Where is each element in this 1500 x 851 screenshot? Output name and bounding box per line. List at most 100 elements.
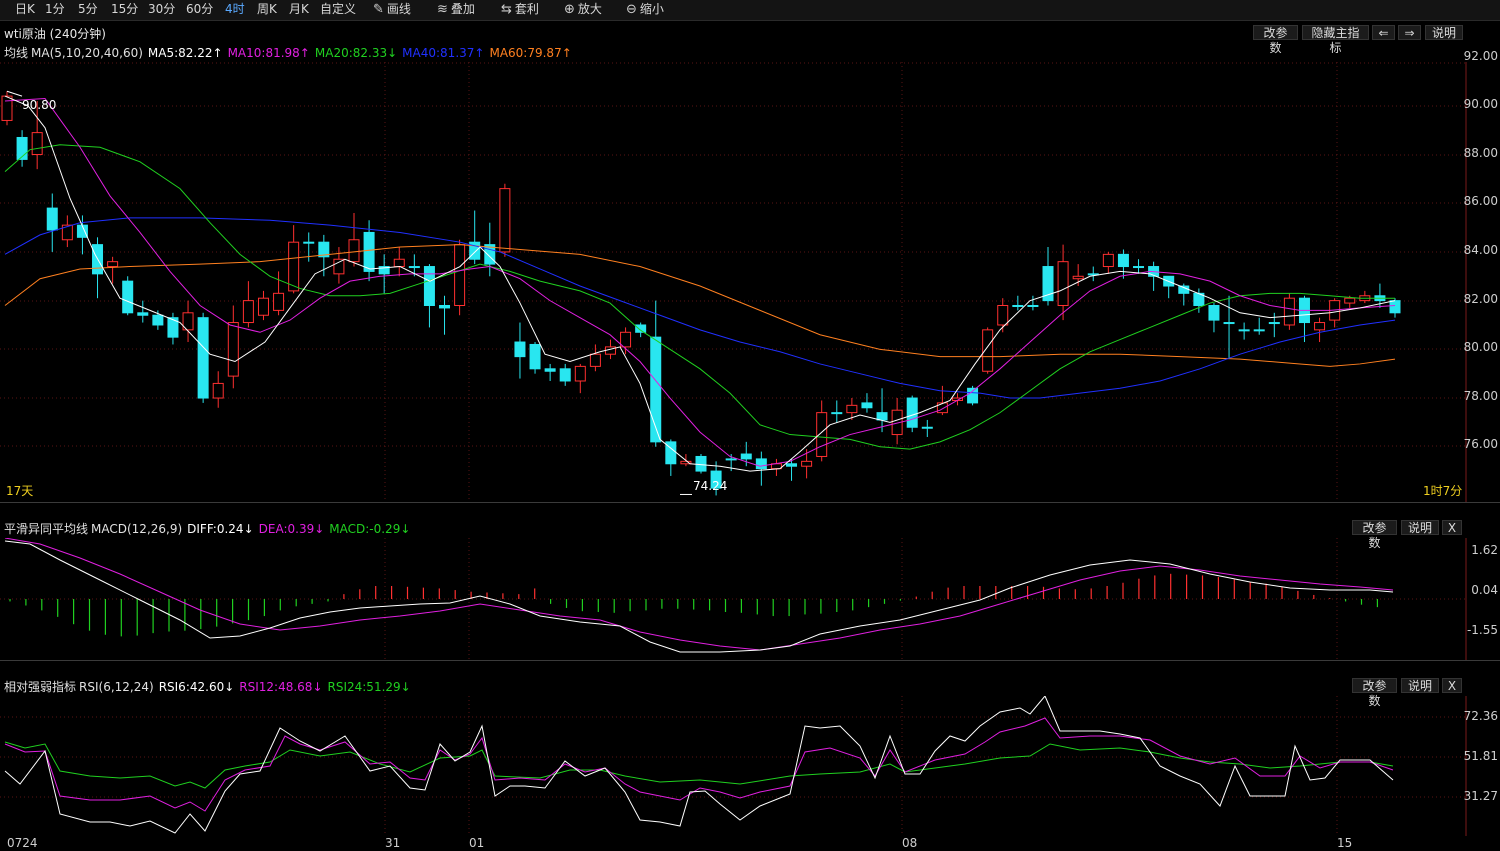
period-tab-2[interactable]: 5分	[78, 0, 98, 20]
period-tab-7[interactable]: 周K	[257, 0, 277, 20]
rsi-tick-label: 31.27	[1463, 789, 1498, 803]
up-candle	[1057, 261, 1069, 306]
down-candle	[423, 266, 435, 306]
hide-main-indicator-button[interactable]: 隐藏主指标	[1302, 25, 1369, 55]
time-tick-label: 15	[1337, 836, 1353, 850]
down-candle	[725, 458, 737, 461]
price-tick-label: 92.00	[1463, 49, 1498, 63]
down-candle	[529, 343, 541, 370]
tool-button-1[interactable]: ≋ 叠加	[437, 0, 475, 20]
up-candle	[1, 95, 13, 121]
up-candle	[589, 353, 601, 367]
rsi-legend: 相对强弱指标 RSI(6,12,24) RSI6:42.60↓ RSI12:48.68…	[0, 677, 1467, 708]
tool-button-3[interactable]: ⊕ 放大	[564, 0, 602, 20]
tool-button-0[interactable]: ✎ 画线	[373, 0, 411, 20]
ma10-value: MA10:81.98↑	[227, 46, 310, 60]
up-candle	[816, 412, 828, 457]
up-candle	[1072, 275, 1084, 280]
macd-tick-label: 1.62	[1471, 543, 1498, 557]
macd-close-icon[interactable]: X	[1442, 520, 1462, 535]
diff-value: DIFF:0.24↓	[187, 522, 254, 536]
up-candle	[227, 322, 239, 377]
rsi-params: RSI(6,12,24)	[79, 680, 154, 694]
macd-chart[interactable]	[0, 538, 1467, 660]
main-params-button[interactable]: 改参数	[1253, 25, 1298, 55]
period-tab-3[interactable]: 15分	[111, 0, 138, 20]
period-tab-0[interactable]: 日K	[15, 0, 35, 20]
up-candle	[620, 331, 632, 348]
down-candle	[1253, 329, 1265, 332]
down-candle	[831, 412, 843, 415]
up-candle	[242, 300, 254, 324]
rsi6-value: RSI6:42.60↓	[158, 680, 235, 694]
up-candle	[499, 188, 511, 253]
tool-label: 套利	[514, 2, 539, 16]
macd-legend: 平滑异同平均线 MACD(12,26,9) DIFF:0.24↓ DEA:0.39↓ M…	[0, 519, 1467, 550]
down-candle	[137, 312, 149, 316]
tool-button-4[interactable]: ⊖ 缩小	[626, 0, 664, 20]
down-candle	[439, 305, 451, 309]
rsi-close-icon[interactable]: X	[1442, 678, 1462, 693]
down-candle	[122, 280, 134, 314]
up-candle	[1283, 297, 1295, 326]
down-candle	[1027, 305, 1039, 307]
zoom-out-icon: ⊖	[626, 2, 637, 17]
candlestick-chart[interactable]	[0, 62, 1467, 502]
tool-button-2[interactable]: ⇆ 套利	[501, 0, 539, 20]
down-candle	[408, 266, 420, 269]
arbitrage-icon: ⇆	[501, 2, 512, 17]
ma40-value: MA40:81.37↑	[402, 46, 485, 60]
up-candle	[846, 404, 858, 414]
ma10-line	[4, 98, 1396, 467]
up-candle	[333, 258, 345, 275]
dea-value: DEA:0.39↓	[258, 522, 325, 536]
macd-params-button[interactable]: 改参数	[1352, 520, 1397, 550]
down-candle	[1268, 322, 1280, 325]
macd-tick-label: -1.55	[1466, 623, 1498, 637]
period-tab-1[interactable]: 1分	[45, 0, 65, 20]
diff-line	[4, 540, 1394, 653]
price-tick-label: 82.00	[1463, 292, 1498, 306]
rsi-name: 相对强弱指标	[4, 680, 77, 694]
next-arrow-icon[interactable]: ⇒	[1398, 25, 1421, 40]
prev-arrow-icon[interactable]: ⇐	[1372, 25, 1395, 40]
up-candle	[454, 244, 466, 306]
down-candle	[1208, 305, 1220, 321]
rsi12-value: RSI12:48.68↓	[239, 680, 323, 694]
price-tick-label: 90.00	[1463, 97, 1498, 111]
period-tab-9[interactable]: 自定义	[320, 0, 356, 20]
low-price-label: 74.24	[693, 479, 728, 493]
tool-label: 缩小	[639, 2, 664, 16]
rsi-tick-label: 51.81	[1463, 749, 1498, 763]
down-candle	[921, 426, 933, 429]
high-price-label: 90.80	[22, 98, 57, 112]
rsi-help-button[interactable]: 说明	[1401, 678, 1439, 693]
down-candle	[786, 463, 798, 467]
down-candle	[740, 453, 752, 460]
down-candle	[363, 231, 375, 272]
ma60-value: MA60:79.87↑	[489, 46, 572, 60]
ma20-line	[4, 144, 1395, 450]
down-candle	[1133, 266, 1145, 269]
down-candle	[303, 241, 315, 244]
high-pointer	[6, 90, 23, 97]
rsi-params-button[interactable]: 改参数	[1352, 678, 1397, 708]
down-candle	[1223, 322, 1235, 325]
macd-help-button[interactable]: 说明	[1401, 520, 1439, 535]
down-candle	[46, 207, 58, 231]
tool-label: 放大	[577, 2, 602, 16]
ma-indicator-name: 均线	[4, 46, 29, 60]
rsi-chart[interactable]	[0, 696, 1467, 836]
down-candle	[1238, 329, 1250, 332]
period-tab-8[interactable]: 月K	[289, 0, 309, 20]
time-tick-label: 31	[385, 836, 401, 850]
period-tab-5[interactable]: 60分	[186, 0, 213, 20]
ma60-line	[4, 244, 1396, 367]
price-tick-label: 76.00	[1463, 437, 1498, 451]
period-tab-4[interactable]: 30分	[148, 0, 175, 20]
main-help-button[interactable]: 说明	[1425, 25, 1463, 40]
period-tab-6[interactable]: 4时	[225, 0, 245, 20]
time-tick-label: 0724	[7, 836, 38, 850]
macd-name: 平滑异同平均线	[4, 522, 89, 536]
up-candle	[257, 297, 269, 316]
